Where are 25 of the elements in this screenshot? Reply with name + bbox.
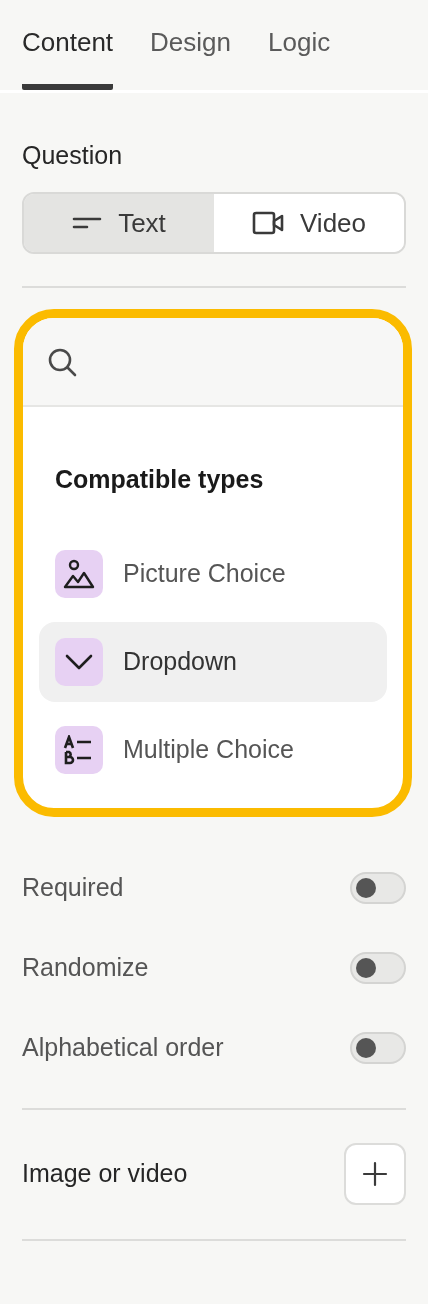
setting-label: Alphabetical order (22, 1032, 224, 1064)
setting-label: Randomize (22, 952, 149, 984)
search-field[interactable] (23, 318, 403, 407)
search-icon (47, 346, 77, 377)
picture-icon (63, 558, 95, 589)
toggle-switch[interactable] (350, 952, 406, 984)
add-button[interactable] (344, 1143, 406, 1205)
chevron-down-icon (65, 653, 93, 670)
tab[interactable]: Content (22, 26, 114, 90)
type-option[interactable]: Dropdown (39, 621, 387, 702)
tab[interactable]: Design (150, 26, 231, 90)
toggle-switch[interactable] (350, 872, 406, 904)
plus-icon (362, 1161, 388, 1187)
text-lines-icon (72, 216, 103, 230)
video-camera-icon (252, 211, 284, 235)
type-option[interactable]: Multiple Choice (39, 709, 387, 790)
mode-segment[interactable]: Video (214, 194, 404, 252)
tab[interactable]: Logic (268, 26, 331, 90)
section-heading: Question (22, 140, 123, 171)
mode-segment[interactable]: Text (24, 194, 214, 252)
section-heading: Image or video (22, 1158, 188, 1190)
list-heading: Compatible types (55, 464, 264, 495)
type-option[interactable]: Picture Choice (39, 533, 387, 614)
setting-label: Required (22, 872, 124, 904)
toggle-switch[interactable] (350, 1032, 406, 1064)
